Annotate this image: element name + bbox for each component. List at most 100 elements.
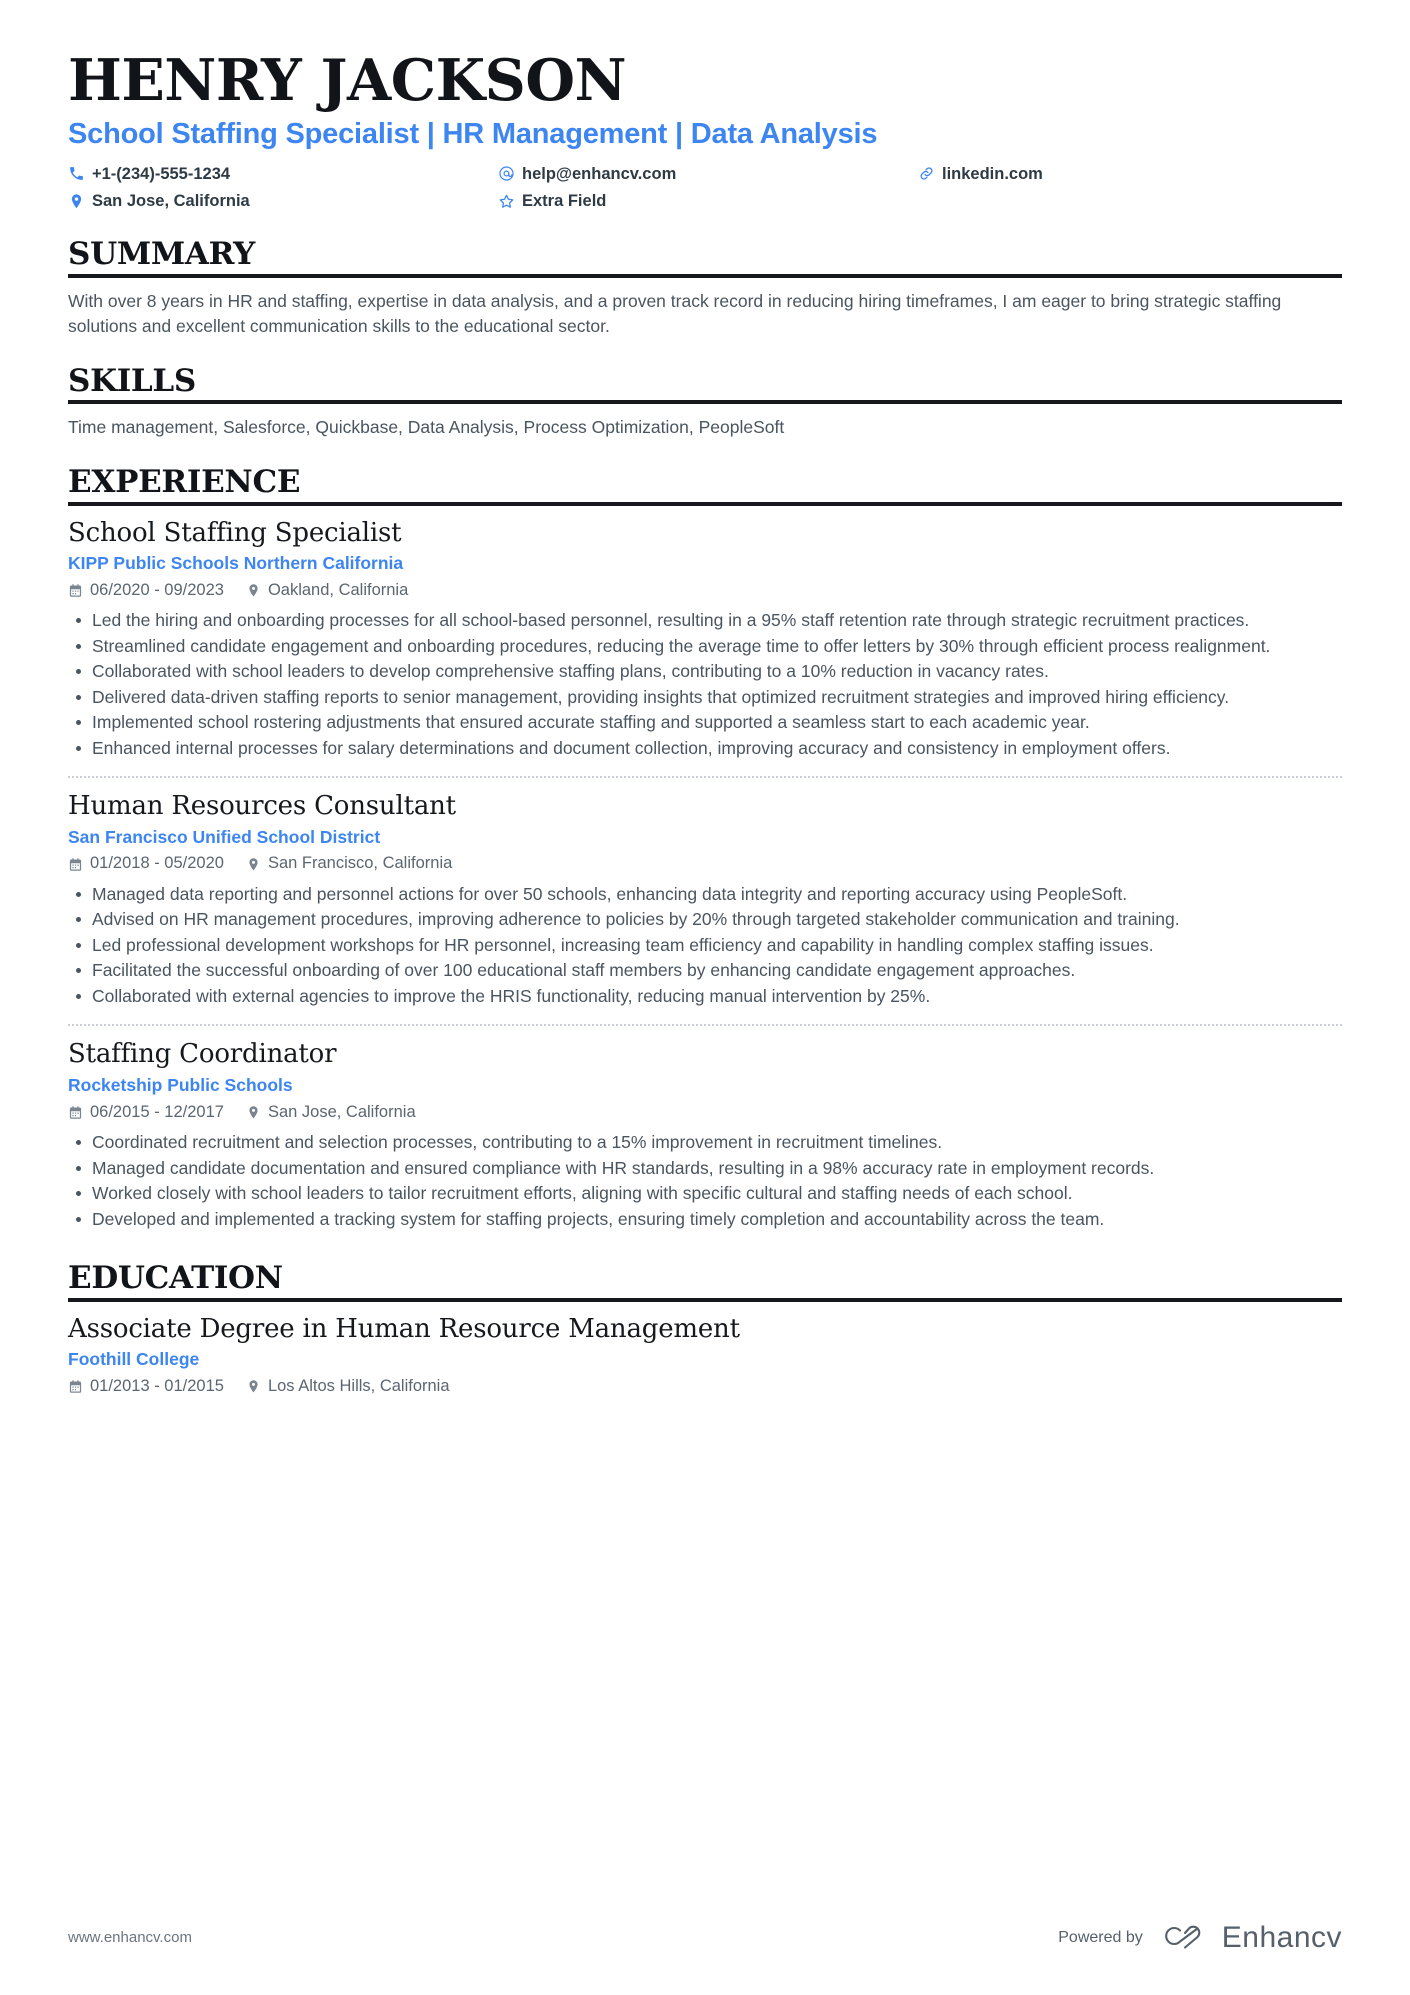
entry: Associate Degree in Human Resource Manag…: [68, 1313, 1342, 1402]
resume-page: Henry Jackson School Staffing Specialist…: [0, 0, 1410, 1995]
education-list: Associate Degree in Human Resource Manag…: [68, 1313, 1342, 1402]
bullet-item: Worked closely with school leaders to ta…: [68, 1181, 1342, 1206]
section-divider: [68, 1297, 1342, 1302]
calendar-icon: [68, 1105, 83, 1120]
enhancv-logo: Enhancv: [1159, 1920, 1342, 1955]
star-icon: [498, 193, 515, 210]
entry-location: San Francisco, California: [246, 853, 452, 874]
bullet-item: Collaborated with external agencies to i…: [68, 984, 1342, 1009]
entry-bullets: Led the hiring and onboarding processes …: [68, 608, 1342, 760]
enhancv-wordmark: Enhancv: [1221, 1920, 1342, 1954]
entry-location: Oakland, California: [246, 580, 408, 601]
resume-header: Henry Jackson School Staffing Specialist…: [68, 47, 1342, 213]
section-divider: [68, 400, 1342, 405]
contact-location: San Jose, California: [68, 190, 498, 212]
section-title-skills: Skills: [68, 362, 197, 399]
entry-organization[interactable]: KIPP Public Schools Northern California: [68, 552, 1342, 575]
entry-organization[interactable]: San Francisco Unified School District: [68, 826, 1342, 849]
entry-meta: 06/2020 - 09/2023 Oakland, California: [68, 580, 1342, 601]
entry-meta: 06/2015 - 12/2017 San Jose, California: [68, 1102, 1342, 1123]
section-experience: Experience School Staffing Specialist KIP…: [68, 466, 1342, 1236]
contact-info: +1-(234)-555-1234 help@enhancv.com linke…: [68, 163, 1342, 213]
entry-dates-value: 01/2013 - 01/2015: [90, 1376, 224, 1395]
section-title-summary: Summary: [68, 236, 255, 273]
section-divider: [68, 501, 1342, 506]
section-divider: [68, 273, 1342, 278]
location-icon: [68, 193, 85, 210]
section-skills: Skills Time management, Salesforce, Quic…: [68, 365, 1342, 440]
contact-link-value: linkedin.com: [942, 164, 1043, 183]
footer-branding: Powered by Enhancv: [1058, 1920, 1342, 1955]
contact-extra-field-value: Extra Field: [522, 192, 607, 211]
contact-location-value: San Jose, California: [92, 192, 250, 211]
entry: School Staffing Specialist KIPP Public Sc…: [68, 517, 1342, 766]
entry-dates: 01/2013 - 01/2015: [68, 1376, 224, 1397]
entry-location-value: San Francisco, California: [267, 854, 453, 873]
entry-location: Los Altos Hills, California: [246, 1376, 450, 1397]
candidate-headline: School Staffing Specialist | HR Manageme…: [68, 118, 878, 151]
entry-location: San Jose, California: [246, 1102, 416, 1123]
entry-location-value: San Jose, California: [267, 1102, 416, 1121]
page-footer: www.enhancv.com Powered by Enhancv: [68, 1920, 1342, 1955]
skills-text: Time management, Salesforce, Quickbase, …: [68, 417, 785, 438]
entry-bullets: Managed data reporting and personnel act…: [68, 882, 1342, 1009]
entry-location-value: Oakland, California: [267, 580, 409, 599]
bullet-item: Collaborated with school leaders to deve…: [68, 659, 1342, 684]
contact-phone-value: +1-(234)-555-1234: [92, 164, 231, 183]
entry-title: Associate Degree in Human Resource Manag…: [68, 1313, 740, 1344]
contact-email-value: help@enhancv.com: [522, 164, 677, 183]
section-title-experience: Experience: [68, 463, 301, 500]
bullet-item: Enhanced internal processes for salary d…: [68, 736, 1342, 761]
entry-dates-value: 06/2020 - 09/2023: [90, 580, 224, 599]
bullet-item: Led the hiring and onboarding processes …: [68, 608, 1342, 633]
entry-dates-value: 01/2018 - 05/2020: [90, 854, 224, 873]
contact-email[interactable]: help@enhancv.com: [498, 163, 918, 185]
email-icon: [498, 165, 515, 182]
calendar-icon: [68, 1379, 83, 1394]
entry-bullets: Coordinated recruitment and selection pr…: [68, 1130, 1342, 1231]
entry-organization[interactable]: Foothill College: [68, 1348, 1342, 1371]
bullet-item: Coordinated recruitment and selection pr…: [68, 1130, 1342, 1155]
enhancv-mark-icon: [1159, 1920, 1211, 1955]
entry-dates: 01/2018 - 05/2020: [68, 853, 224, 874]
entry-title: School Staffing Specialist: [68, 517, 402, 548]
location-icon: [246, 583, 261, 598]
bullet-item: Led professional development workshops f…: [68, 933, 1342, 958]
calendar-icon: [68, 583, 83, 598]
entry-dates-value: 06/2015 - 12/2017: [90, 1102, 224, 1121]
entry-location-value: Los Altos Hills, California: [267, 1376, 450, 1395]
contact-extra-field: Extra Field: [498, 190, 918, 212]
section-education: Education Associate Degree in Human Reso…: [68, 1262, 1342, 1401]
location-icon: [246, 857, 261, 872]
bullet-item: Implemented school rostering adjustments…: [68, 710, 1342, 735]
powered-by-label: Powered by: [1058, 1928, 1143, 1946]
bullet-item: Facilitated the successful onboarding of…: [68, 958, 1342, 983]
entry-organization[interactable]: Rocketship Public Schools: [68, 1074, 1342, 1097]
entry-title: Staffing Coordinator: [68, 1039, 337, 1070]
phone-icon: [68, 165, 85, 182]
contact-link[interactable]: linkedin.com: [918, 163, 1342, 185]
footer-url[interactable]: www.enhancv.com: [68, 1929, 192, 1946]
entry-dates: 06/2020 - 09/2023: [68, 580, 224, 601]
link-icon: [918, 165, 935, 182]
entry-dates: 06/2015 - 12/2017: [68, 1102, 224, 1123]
bullet-item: Managed candidate documentation and ensu…: [68, 1156, 1342, 1181]
bullet-item: Advised on HR management procedures, imp…: [68, 907, 1342, 932]
section-title-education: Education: [68, 1260, 283, 1297]
calendar-icon: [68, 857, 83, 872]
entry-meta: 01/2013 - 01/2015 Los Altos Hills, Califo…: [68, 1376, 1342, 1397]
entry: Human Resources Consultant San Francisco …: [68, 776, 1342, 1013]
contact-phone[interactable]: +1-(234)-555-1234: [68, 163, 498, 185]
section-summary: Summary With over 8 years in HR and staf…: [68, 238, 1342, 338]
bullet-item: Delivered data-driven staffing reports t…: [68, 685, 1342, 710]
entry: Staffing Coordinator Rocketship Public Sc…: [68, 1024, 1342, 1236]
entry-title: Human Resources Consultant: [68, 791, 456, 822]
bullet-item: Developed and implemented a tracking sys…: [68, 1207, 1342, 1232]
bullet-item: Streamlined candidate engagement and onb…: [68, 634, 1342, 659]
location-icon: [246, 1105, 261, 1120]
location-icon: [246, 1379, 261, 1394]
candidate-name: Henry Jackson: [68, 47, 627, 114]
summary-text: With over 8 years in HR and staffing, ex…: [68, 290, 1282, 336]
entry-meta: 01/2018 - 05/2020 San Francisco, Californ…: [68, 853, 1342, 874]
experience-list: School Staffing Specialist KIPP Public Sc…: [68, 517, 1342, 1237]
